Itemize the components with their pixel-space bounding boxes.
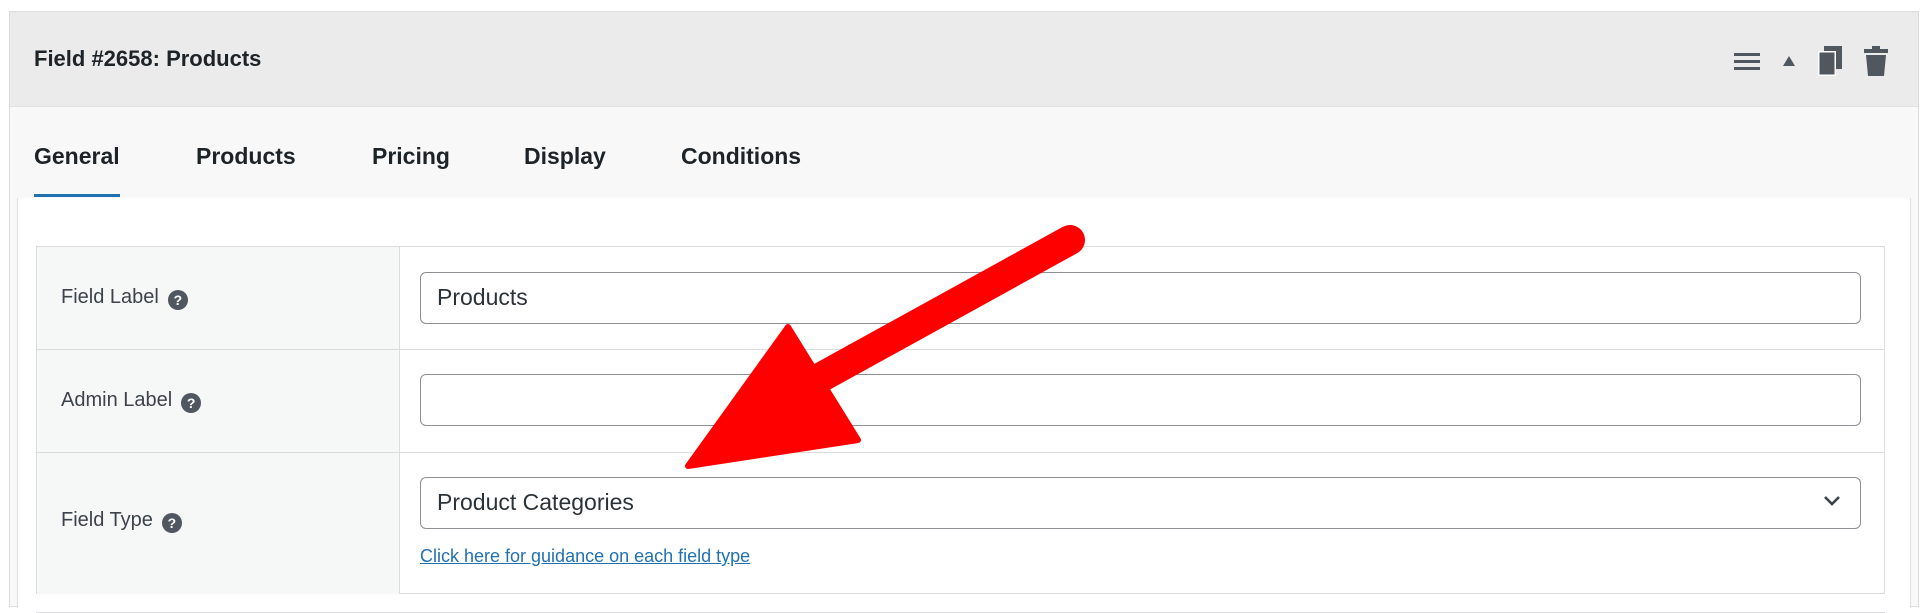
field-label-label: Field Label?: [61, 286, 188, 310]
row-field-label: Field Label? Products: [37, 247, 1884, 349]
help-icon[interactable]: ?: [181, 393, 202, 413]
field-header: Field #2658: Products: [10, 12, 1918, 107]
admin-label-input[interactable]: [420, 374, 1861, 426]
label-cell: Field Type?: [37, 453, 400, 594]
field-type-guidance-link[interactable]: Click here for guidance on each field ty…: [420, 546, 750, 567]
settings-table: Field Label? Products Admin Label? Field…: [36, 246, 1885, 594]
duplicate-icon[interactable]: [1818, 46, 1842, 76]
field-label-input[interactable]: Products: [420, 272, 1861, 324]
tab-conditions[interactable]: Conditions: [681, 107, 801, 197]
tab-products[interactable]: Products: [196, 107, 296, 197]
help-icon[interactable]: ?: [167, 290, 188, 310]
row-admin-label: Admin Label?: [37, 349, 1884, 453]
tab-pricing[interactable]: Pricing: [372, 107, 450, 197]
row-field-type: Field Type? Product Categories Click her…: [37, 452, 1884, 594]
tab-content-general: Field Label? Products Admin Label? Field…: [17, 198, 1911, 613]
admin-label-text: Admin Label: [61, 389, 173, 411]
collapse-icon[interactable]: [1782, 55, 1796, 67]
label-cell: Admin Label?: [37, 350, 400, 453]
tab-display[interactable]: Display: [524, 107, 606, 197]
chevron-down-icon: [1822, 494, 1842, 508]
header-actions: [1712, 46, 1888, 76]
field-title: Field #2658: Products: [34, 46, 262, 71]
label-cell: Field Label?: [37, 247, 400, 349]
admin-label-label: Admin Label?: [61, 389, 202, 413]
field-panel: Field #2658: Products General Products P…: [9, 11, 1919, 613]
trash-icon[interactable]: [1864, 46, 1888, 76]
tab-bar: General Products Pricing Display Conditi…: [10, 107, 1918, 197]
menu-icon[interactable]: [1734, 50, 1760, 72]
field-type-label: Field Type?: [61, 509, 182, 533]
field-label-text: Field Label: [61, 286, 159, 308]
field-type-select[interactable]: Product Categories: [420, 477, 1861, 529]
field-type-selected: Product Categories: [437, 489, 634, 515]
help-icon[interactable]: ?: [161, 513, 182, 533]
tab-general[interactable]: General: [34, 107, 120, 197]
field-type-text: Field Type: [61, 509, 153, 531]
